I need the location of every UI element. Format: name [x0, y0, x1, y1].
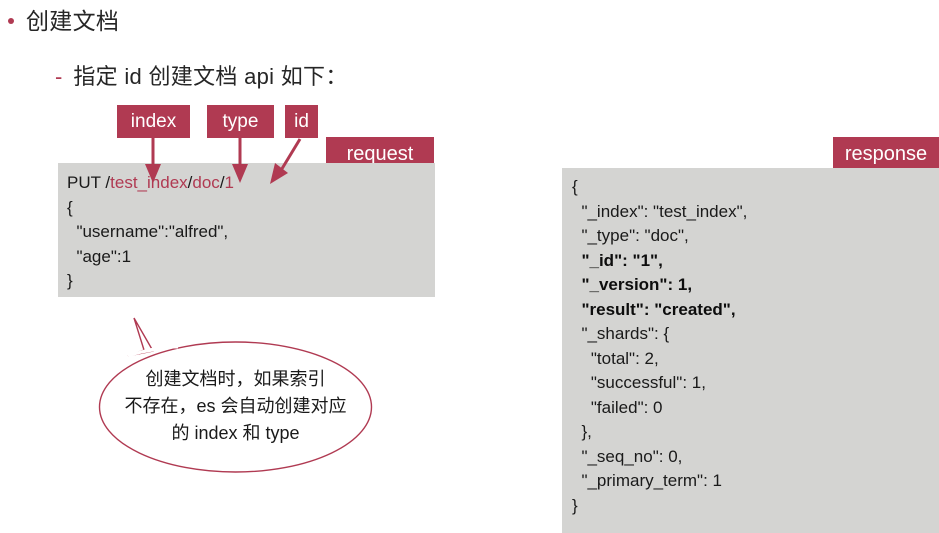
response-line-10: "failed": 0 [572, 397, 663, 417]
bullet-level1: 创建文档 [8, 6, 119, 36]
tag-id-label: id [294, 111, 309, 132]
response-line-2: "_index": "test_index", [572, 201, 748, 221]
tag-type-label: type [222, 111, 259, 132]
response-line-12: "_seq_no": 0, [572, 446, 683, 466]
tag-response: response [833, 137, 939, 171]
http-method: PUT [67, 173, 106, 192]
response-line-5: "_version": 1, [572, 275, 693, 294]
response-line-9: "successful": 1, [572, 373, 706, 392]
request-line-1: PUT /test_index/doc/1 [67, 171, 435, 196]
response-line-7: "_shards": { [572, 324, 670, 343]
bullet-dot-icon [8, 18, 14, 24]
request-line-3: "username":"alfred", [67, 222, 229, 241]
path-type: doc [192, 173, 220, 192]
response-line-8: "total": 2, [572, 348, 659, 368]
tag-index-label: index [130, 111, 177, 132]
request-code-block: PUT /test_index/doc/1{ "username":"alfre… [58, 163, 435, 297]
callout-text: 创建文档时，如果索引 不存在，es 会自动创建对应 的 index 和 type [124, 369, 347, 443]
request-line-5: } [67, 271, 73, 290]
tag-type: type [207, 105, 274, 138]
bullet-level1-label: 创建文档 [26, 8, 120, 34]
bullet-level2-label: 指定 id 创建文档 api 如下： [73, 64, 348, 89]
path-id: 1 [224, 173, 235, 192]
path-index: test_index [110, 173, 188, 192]
callout-bubble: 创建文档时，如果索引 不存在，es 会自动创建对应 的 index 和 type [98, 316, 373, 474]
response-line-3: "_type": "doc", [572, 226, 689, 245]
bullet-dash-icon: - [55, 64, 63, 89]
tag-id: id [285, 105, 318, 138]
tag-response-label: response [844, 143, 928, 165]
response-line-6: "result": "created", [572, 299, 736, 319]
response-line-14: } [572, 495, 578, 515]
request-line-4: "age":1 [67, 246, 132, 266]
tag-request-label: request [346, 143, 414, 165]
response-line-4: "_id": "1", [572, 250, 663, 270]
bullet-level2: - 指定 id 创建文档 api 如下： [55, 62, 348, 92]
response-line-1: { [572, 177, 578, 196]
response-line-13: "_primary_term": 1 [572, 471, 722, 490]
response-code-block: { "_index": "test_index", "_type": "doc"… [562, 168, 939, 533]
request-line-2: { [67, 197, 73, 217]
tag-index: index [117, 105, 190, 138]
response-line-11: }, [572, 422, 592, 441]
